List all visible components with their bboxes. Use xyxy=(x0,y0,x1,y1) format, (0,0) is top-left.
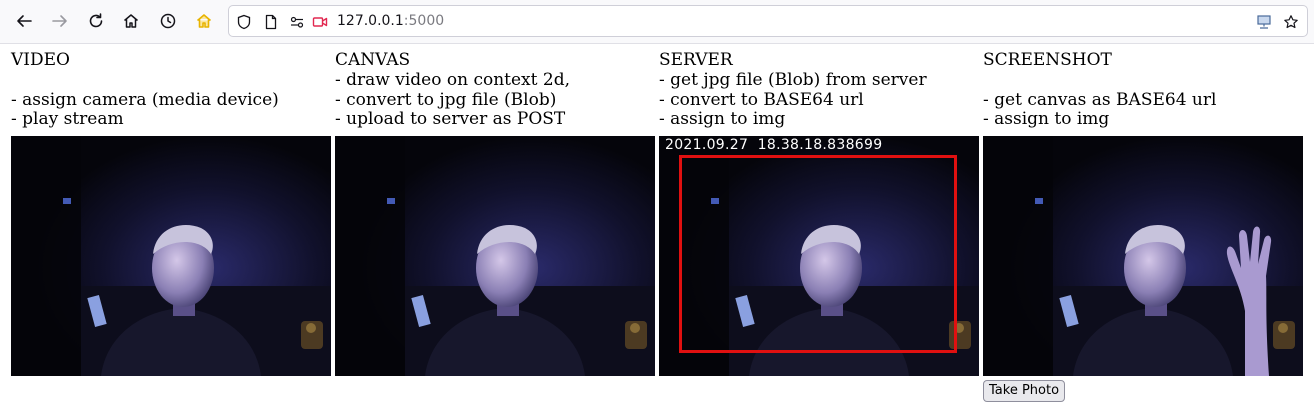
canvas-image xyxy=(335,136,655,376)
timestamp-overlay: 2021.09.27 18.38.18.838699 xyxy=(665,137,883,153)
canvas-description: - draw video on context 2d, - convert to… xyxy=(335,70,655,130)
description-line: - convert to BASE64 url xyxy=(659,89,864,110)
bookmark-star-icon[interactable] xyxy=(1282,13,1300,31)
webcam-video-image xyxy=(11,136,331,376)
video-column: VIDEO - assign camera (media device) - p… xyxy=(11,49,331,130)
history-icon[interactable] xyxy=(154,7,182,35)
canvas-title: CANVAS xyxy=(335,50,411,70)
camera-active-icon[interactable] xyxy=(311,13,329,31)
reload-icon[interactable] xyxy=(82,7,110,35)
server-column: SERVER - get jpg file (Blob) from server… xyxy=(659,49,979,130)
description-line: - assign to img xyxy=(983,109,1110,129)
url-port: :5000 xyxy=(403,13,445,29)
shield-icon[interactable] xyxy=(235,13,253,31)
video-title: VIDEO xyxy=(11,50,70,70)
description-line: - play stream xyxy=(11,109,124,129)
address-bar[interactable]: 127.0.0.1:5000 xyxy=(228,5,1308,37)
canvas-column: CANVAS - draw video on context 2d, - con… xyxy=(335,49,655,130)
description-line xyxy=(983,71,1303,91)
video-element[interactable] xyxy=(11,136,331,376)
screenshot-description: - get canvas as BASE64 url - assign to i… xyxy=(983,71,1303,130)
description-line: - convert to jpg file (Blob) xyxy=(335,89,557,110)
screenshot-image xyxy=(983,136,1303,376)
forward-icon[interactable] xyxy=(46,7,74,35)
take-photo-button[interactable]: Take Photo xyxy=(983,380,1066,402)
description-line: - get jpg file (Blob) from server xyxy=(659,70,927,90)
page-icon[interactable] xyxy=(262,13,280,31)
server-image: 2021.09.27 18.38.18.838699 xyxy=(659,136,979,376)
description-line: - assign to img xyxy=(659,109,786,129)
description-line: - assign camera (media device) xyxy=(11,89,279,110)
url-host: 127.0.0.1 xyxy=(337,13,404,29)
description-line: - get canvas as BASE64 url xyxy=(983,89,1217,110)
home-icon[interactable] xyxy=(117,7,145,35)
bookmark-home-icon[interactable] xyxy=(190,7,218,35)
server-description: - get jpg file (Blob) from server - conv… xyxy=(659,70,979,130)
url-text: 127.0.0.1:5000 xyxy=(337,12,444,30)
screenshot-photo xyxy=(983,136,1303,376)
server-title: SERVER xyxy=(659,50,733,70)
description-line xyxy=(11,71,331,91)
screenshot-title: SCREENSHOT xyxy=(983,50,1112,70)
back-icon[interactable] xyxy=(10,7,38,35)
browser-toolbar: 127.0.0.1:5000 xyxy=(0,0,1314,44)
description-line: - upload to server as POST xyxy=(335,109,566,129)
description-line: - draw video on context 2d, xyxy=(335,70,570,90)
permissions-icon[interactable] xyxy=(288,13,306,31)
canvas-element xyxy=(335,136,655,376)
screenshot-column: SCREENSHOT - get canvas as BASE64 url - … xyxy=(983,49,1303,130)
network-icon[interactable] xyxy=(1255,13,1273,31)
face-detection-box xyxy=(679,155,957,353)
video-description: - assign camera (media device) - play st… xyxy=(11,71,331,130)
